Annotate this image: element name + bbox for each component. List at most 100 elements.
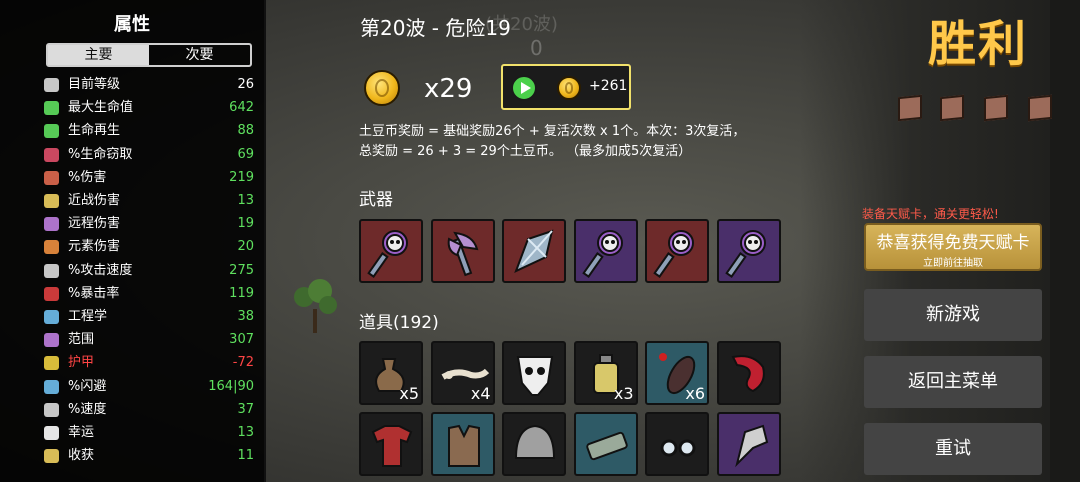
explain-line-1: 土豆币奖励 = 基础奖励26个 + 复活次数 x 1个。本次：3次复活， bbox=[359, 124, 746, 139]
bonus-amount: +261 bbox=[589, 78, 628, 94]
new-game-button[interactable]: 新游戏 bbox=[864, 289, 1042, 341]
victory-title: 胜利 bbox=[928, 16, 1029, 72]
inventory-slot[interactable]: x4 bbox=[430, 341, 495, 405]
stat-row: %伤害 219 bbox=[44, 168, 256, 188]
inventory-slot[interactable] bbox=[359, 412, 423, 476]
inventory-slot[interactable]: x5 bbox=[359, 341, 423, 405]
free-talent-card-button[interactable]: 恭喜获得免费天赋卡 立即前往抽取 bbox=[864, 223, 1042, 271]
tab-secondary[interactable]: 次要 bbox=[149, 45, 250, 65]
stat-value: 13 bbox=[237, 425, 254, 440]
crate-decoration bbox=[898, 94, 922, 122]
crystal-icon bbox=[514, 229, 554, 273]
wrench-icon bbox=[44, 310, 59, 324]
stats-panel: 属性 主要 次要 目前等级 26 最大生命值 642 生命再生 88 %生命窃取 69 %伤害 2… bbox=[0, 0, 266, 482]
inventory-slot[interactable] bbox=[716, 412, 781, 476]
stat-row: 护甲 -72 bbox=[44, 353, 256, 373]
range-icon bbox=[44, 333, 59, 348]
watch-ad-bonus-button[interactable]: +261 bbox=[501, 64, 631, 110]
inventory-slot[interactable]: x3 bbox=[573, 341, 638, 405]
inventory-slot[interactable] bbox=[430, 219, 495, 283]
talent-promo-text: 装备天赋卡，通关更轻松! bbox=[862, 207, 999, 221]
stat-row: 幸运 13 bbox=[44, 423, 256, 443]
stat-label: %速度 bbox=[68, 401, 107, 417]
gear-belt-icon bbox=[585, 431, 628, 461]
wheat-icon bbox=[44, 449, 59, 464]
stat-row: 元素伤害 20 bbox=[44, 237, 256, 257]
stat-value: 642 bbox=[229, 100, 254, 116]
stat-value: 37 bbox=[237, 401, 254, 417]
dodge-icon bbox=[44, 379, 59, 394]
wave-ghost-zero: 0 bbox=[530, 36, 543, 60]
inventory-slot[interactable] bbox=[645, 219, 709, 283]
muscle-icon bbox=[44, 170, 59, 185]
stat-label: 幸运 bbox=[68, 425, 95, 440]
glasses-icon bbox=[660, 439, 696, 457]
stat-label: %暴击率 bbox=[68, 285, 120, 301]
inventory-slot[interactable] bbox=[502, 341, 566, 405]
crate-decoration bbox=[940, 94, 964, 122]
stat-row: 范围 307 bbox=[44, 330, 256, 350]
skull-wand-icon bbox=[581, 230, 623, 278]
inventory-slot[interactable]: x6 bbox=[645, 341, 709, 405]
potato-coin-icon bbox=[364, 70, 400, 106]
inventory-slot[interactable] bbox=[645, 412, 709, 476]
stat-label: %伤害 bbox=[68, 169, 107, 185]
inventory-slot[interactable] bbox=[573, 219, 638, 283]
inventory-slot[interactable] bbox=[430, 412, 495, 476]
shield-icon bbox=[44, 356, 59, 371]
dice-icon bbox=[44, 426, 59, 440]
crit-icon bbox=[44, 286, 59, 301]
coin-count: x29 bbox=[424, 74, 473, 104]
retry-button[interactable]: 重试 bbox=[864, 423, 1042, 475]
heart-plus-icon bbox=[44, 124, 59, 139]
crate-decoration bbox=[984, 94, 1008, 122]
stats-title: 属性 bbox=[114, 14, 150, 35]
stat-row: 远程伤害 19 bbox=[44, 214, 256, 234]
potato-coin-icon bbox=[557, 76, 581, 100]
stat-value: 26 bbox=[237, 77, 254, 92]
stat-label: 近战伤害 bbox=[68, 193, 121, 208]
stat-value: -72 bbox=[232, 355, 254, 371]
inventory-slot[interactable] bbox=[716, 219, 781, 283]
stat-label: 收获 bbox=[68, 448, 95, 464]
stat-value: 20 bbox=[237, 239, 254, 255]
shirt-icon bbox=[371, 425, 413, 467]
stat-label: 元素伤害 bbox=[68, 239, 121, 255]
hourglass-icon bbox=[44, 263, 59, 278]
main-menu-button[interactable]: 返回主菜单 bbox=[864, 356, 1042, 408]
inventory-slot[interactable] bbox=[502, 412, 566, 476]
inventory-slot[interactable] bbox=[502, 219, 566, 283]
crate-decoration bbox=[1028, 94, 1052, 122]
fangs-icon bbox=[44, 147, 59, 162]
flame-icon bbox=[44, 240, 59, 255]
axe-icon bbox=[447, 231, 478, 277]
item-quantity: x4 bbox=[470, 384, 491, 403]
play-icon bbox=[511, 75, 537, 101]
stat-value: 69 bbox=[237, 146, 254, 162]
stat-row: 工程学 38 bbox=[44, 307, 256, 327]
stat-row: %速度 37 bbox=[44, 400, 256, 420]
stat-label: 工程学 bbox=[68, 309, 108, 324]
level-icon bbox=[44, 78, 59, 92]
stat-row: %闪避 164|90 bbox=[44, 377, 256, 397]
talent-sub-label: 立即前往抽取 bbox=[923, 258, 983, 269]
boot-icon bbox=[44, 402, 59, 417]
bush-decoration bbox=[294, 279, 337, 333]
stat-label: 范围 bbox=[68, 332, 95, 348]
inventory-slot[interactable] bbox=[359, 219, 423, 283]
item-quantity: x6 bbox=[685, 384, 705, 403]
inventory-slot[interactable] bbox=[716, 341, 781, 405]
stat-row: %暴击率 119 bbox=[44, 284, 256, 304]
stat-label: 远程伤害 bbox=[68, 216, 121, 232]
inventory-slot[interactable] bbox=[573, 412, 638, 476]
stat-label: %攻击速度 bbox=[68, 262, 133, 278]
reward-explanation: 土豆币奖励 = 基础奖励26个 + 复活次数 x 1个。本次：3次复活， 总奖励… bbox=[359, 122, 799, 162]
tab-primary[interactable]: 主要 bbox=[48, 45, 149, 65]
stat-row: 最大生命值 642 bbox=[44, 98, 256, 118]
stat-value: 19 bbox=[237, 216, 254, 232]
stat-label: %闪避 bbox=[68, 378, 107, 394]
stat-value: 119 bbox=[229, 285, 254, 301]
stat-label: 护甲 bbox=[68, 355, 95, 371]
wave-title: 第20波 - 危险19 bbox=[360, 16, 511, 40]
stat-row: %攻击速度 275 bbox=[44, 261, 256, 281]
